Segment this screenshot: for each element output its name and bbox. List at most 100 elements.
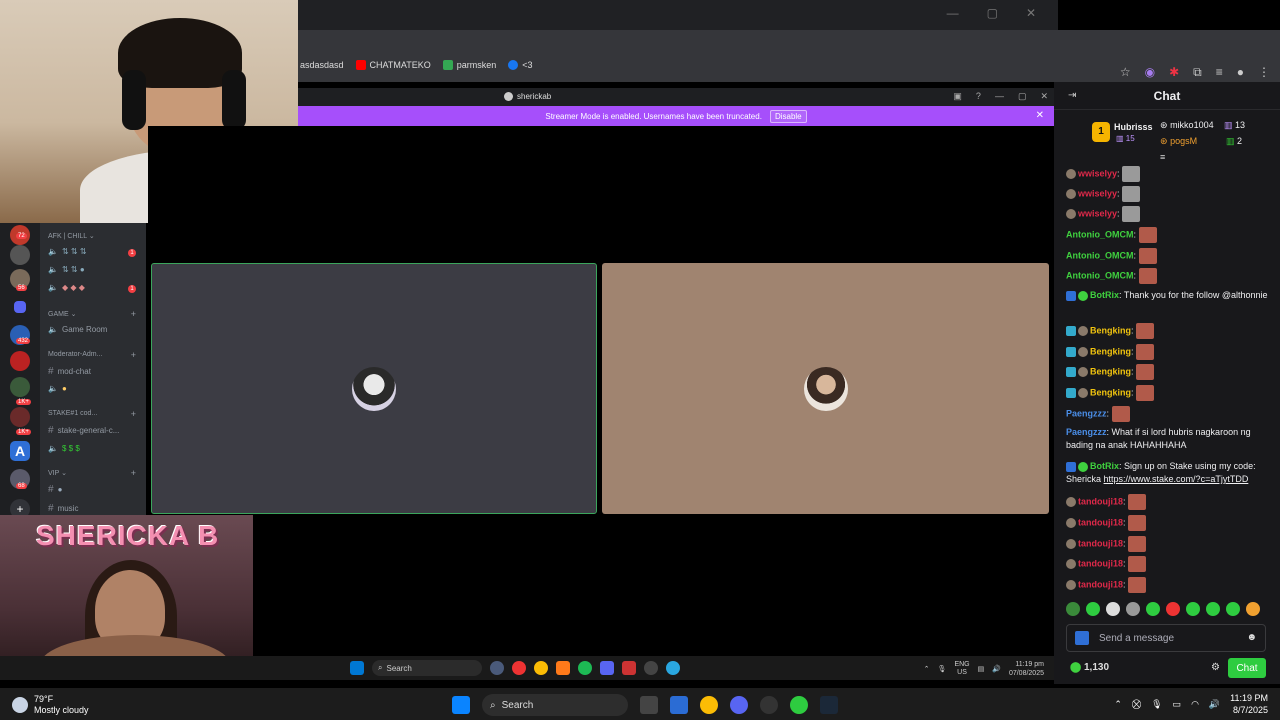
- taskbar-search-box[interactable]: ⌕ Search: [482, 694, 628, 716]
- voice-channel-row[interactable]: 🔈 ●: [48, 384, 67, 393]
- weather-widget[interactable]: 79°F Mostly cloudy: [12, 694, 89, 716]
- wifi-icon[interactable]: ◠: [1191, 699, 1199, 710]
- language-indicator[interactable]: ENG US: [954, 661, 969, 677]
- volume-icon[interactable]: 🔊: [1209, 699, 1220, 710]
- media-icon[interactable]: ≡: [1216, 65, 1223, 80]
- chrome-icon[interactable]: [534, 661, 548, 675]
- chevron-up-icon[interactable]: ⌃: [1114, 699, 1122, 710]
- maximize-icon[interactable]: ▢: [987, 6, 998, 20]
- emote-icon[interactable]: [1126, 602, 1140, 616]
- minimize-icon[interactable]: —: [947, 6, 959, 20]
- chat-username[interactable]: Bengking: [1090, 387, 1131, 397]
- task-view-icon[interactable]: [640, 696, 658, 714]
- add-channel-icon[interactable]: +: [131, 409, 136, 419]
- close-icon[interactable]: ✕: [1036, 110, 1044, 121]
- server-icon-a[interactable]: A: [10, 441, 30, 461]
- emote-icon[interactable]: [1186, 602, 1200, 616]
- voice-channel-row[interactable]: 🔈 $ $ $: [48, 444, 80, 453]
- chat-username[interactable]: Antonio_OMCM: [1066, 229, 1134, 239]
- stake-link[interactable]: https://www.stake.com/?c=aTjytTDD: [1104, 474, 1249, 484]
- chat-username[interactable]: tandouji18: [1078, 579, 1123, 589]
- app-icon[interactable]: [622, 661, 636, 675]
- emote-icon[interactable]: [1146, 602, 1160, 616]
- folder-icon[interactable]: [14, 301, 26, 313]
- disable-streamer-mode-button[interactable]: Disable: [769, 109, 807, 123]
- add-channel-icon[interactable]: +: [131, 468, 136, 478]
- volume-icon[interactable]: 🔊: [992, 665, 1001, 673]
- bits-icon[interactable]: [1075, 631, 1089, 645]
- help-icon[interactable]: ?: [976, 91, 981, 102]
- emote-icon[interactable]: [1166, 602, 1180, 616]
- emote-icon[interactable]: [1086, 602, 1100, 616]
- chevron-up-icon[interactable]: ⌃: [924, 665, 930, 673]
- bookmark-item[interactable]: parmsken: [442, 60, 496, 70]
- category-vip[interactable]: VIP ⌄: [48, 469, 67, 477]
- emote-icon[interactable]: [1106, 602, 1120, 616]
- chat-username[interactable]: tandouji18: [1078, 496, 1123, 506]
- category-afk[interactable]: AFK | CHILL ⌄: [48, 232, 95, 240]
- steam-icon[interactable]: [820, 696, 838, 714]
- add-channel-icon[interactable]: +: [131, 309, 136, 319]
- inner-search-box[interactable]: ⌕ Search: [372, 660, 482, 676]
- emote-icon[interactable]: [1206, 602, 1220, 616]
- menu-kebab-icon[interactable]: ⋮: [1258, 65, 1270, 80]
- emoji-picker-icon[interactable]: ☻: [1246, 632, 1257, 643]
- category-moderator[interactable]: Moderator-Adm...: [48, 351, 102, 358]
- windows-start-icon[interactable]: [452, 696, 470, 714]
- channel-points[interactable]: ⬤ 1,130: [1070, 662, 1109, 673]
- participant-tile[interactable]: [151, 263, 597, 514]
- bookmark-item[interactable]: asdasdasd: [300, 60, 344, 70]
- chat-settings-icon[interactable]: ⚙: [1211, 662, 1220, 673]
- minimize-icon[interactable]: —: [995, 91, 1004, 102]
- chat-username[interactable]: Paengzzz: [1066, 408, 1107, 418]
- chrome-icon[interactable]: [700, 696, 718, 714]
- chat-username[interactable]: wwiselyy: [1078, 208, 1117, 218]
- chat-username[interactable]: Antonio_OMCM: [1066, 250, 1134, 260]
- clock[interactable]: 11:19 PM 8/7/2025: [1230, 692, 1268, 716]
- server-icon[interactable]: [10, 377, 30, 397]
- category-game[interactable]: GAME ⌄: [48, 310, 76, 318]
- extension-red-icon[interactable]: ✱: [1169, 65, 1179, 80]
- bookmark-item[interactable]: <3: [508, 60, 533, 70]
- chat-username[interactable]: Paengzzz: [1066, 427, 1107, 437]
- chat-username[interactable]: Bengking: [1090, 346, 1131, 356]
- discord-icon[interactable]: [600, 661, 614, 675]
- network-off-icon[interactable]: ⛒: [1132, 699, 1141, 710]
- text-channel-music[interactable]: # music: [48, 503, 78, 514]
- close-icon[interactable]: ✕: [1026, 6, 1036, 20]
- text-channel-mod-chat[interactable]: # mod-chat: [48, 366, 91, 377]
- add-channel-icon[interactable]: +: [131, 350, 136, 360]
- chat-username[interactable]: tandouji18: [1078, 538, 1123, 548]
- chat-username[interactable]: tandouji18: [1078, 517, 1123, 527]
- close-icon[interactable]: ✕: [1040, 91, 1048, 102]
- bookmark-star-icon[interactable]: ☆: [1120, 65, 1131, 80]
- mic-icon[interactable]: 🎙: [938, 665, 947, 673]
- voice-channel-row[interactable]: 🔈 ◆ ◆ ◆: [48, 283, 85, 292]
- chat-username[interactable]: Bengking: [1090, 366, 1131, 376]
- obs-icon[interactable]: [790, 696, 808, 714]
- maximize-icon[interactable]: ▢: [1018, 91, 1027, 102]
- puzzle-icon[interactable]: ⧉: [1193, 65, 1202, 80]
- chat-username[interactable]: Bengking: [1090, 325, 1131, 335]
- voice-channel-game-room[interactable]: 🔈 Game Room: [48, 325, 107, 334]
- chat-username[interactable]: wwiselyy: [1078, 168, 1117, 178]
- app-icon[interactable]: [644, 661, 658, 675]
- inbox-icon[interactable]: ▣: [953, 91, 962, 102]
- app-icon[interactable]: [490, 661, 504, 675]
- voice-channel-row[interactable]: 🔈 ⇅ ⇅ ●: [48, 265, 85, 274]
- server-icon[interactable]: [10, 245, 30, 265]
- network-icon[interactable]: ▤: [978, 665, 985, 673]
- display-icon[interactable]: ▭: [1173, 699, 1182, 710]
- chat-username[interactable]: Antonio_OMCM: [1066, 270, 1134, 280]
- send-chat-button[interactable]: Chat: [1228, 658, 1266, 678]
- inner-clock[interactable]: 11:19 pm 07/08/2025: [1009, 660, 1044, 678]
- store-icon[interactable]: [670, 696, 688, 714]
- mic-icon[interactable]: 🎙: [1151, 699, 1162, 710]
- bookmark-item[interactable]: CHATMATEKO: [355, 60, 431, 70]
- chat-username[interactable]: BotRix: [1090, 461, 1119, 471]
- spotify-icon[interactable]: [578, 661, 592, 675]
- emote-icon[interactable]: [1226, 602, 1240, 616]
- chat-message-input[interactable]: Send a message ☻: [1066, 624, 1266, 652]
- server-icon[interactable]: [10, 351, 30, 371]
- server-icon[interactable]: [10, 407, 30, 427]
